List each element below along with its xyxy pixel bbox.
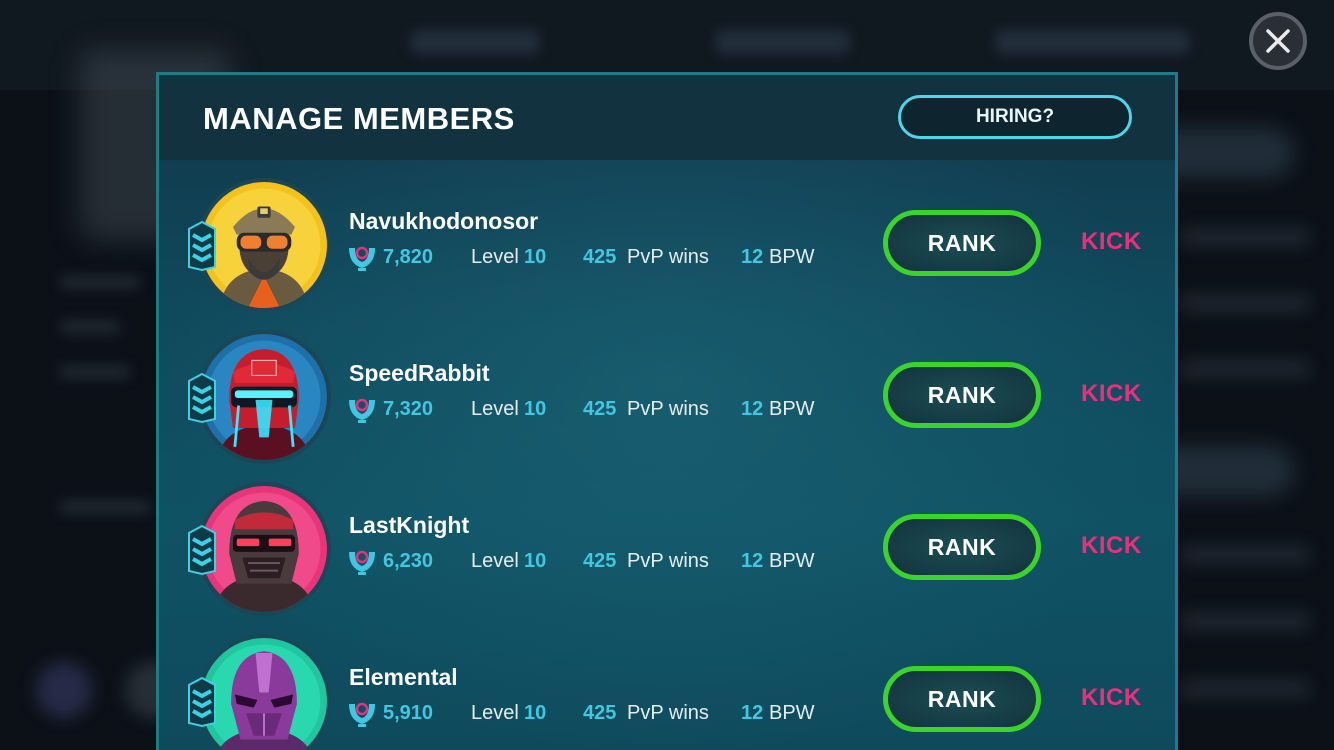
member-bpw-label: BPW [769,550,815,572]
kick-button[interactable]: KICK [1081,532,1142,560]
member-name: LastKnight [349,512,470,538]
background-row [1180,228,1310,246]
purple-mask-avatar [201,638,327,750]
member-trophies: 5,910 [383,702,434,724]
rank-chevrons-icon [188,372,216,424]
trophy-icon [349,398,375,423]
trophy-icon [349,702,375,727]
background-row [1180,294,1310,312]
member-bpw: 12 [741,550,764,572]
member-pvp-label: PvP wins [627,246,709,268]
member-avatar[interactable] [197,330,331,464]
rank-button[interactable]: RANK [883,514,1041,580]
member-bpw-label: BPW [769,246,815,268]
kick-button[interactable]: KICK [1081,684,1142,712]
background-line [60,320,120,334]
close-icon [1266,29,1290,53]
background-tab [995,30,1190,54]
member-pvp-label: PvP wins [627,398,709,420]
background-row [1180,612,1310,630]
member-level-label: Level [471,702,519,724]
member-level-label: Level [471,246,519,268]
background-line [60,500,150,514]
rank-chevrons-icon [188,220,216,272]
rank-chevrons-icon [188,676,216,728]
member-bpw: 12 [741,702,764,724]
member-trophies: 7,320 [383,398,434,420]
kick-button[interactable]: KICK [1081,228,1142,256]
member-stats: 6,230 Level 10 425 PvP wins 12 BPW [347,550,847,578]
member-bpw-label: BPW [769,702,815,724]
member-stats: 5,910 Level 10 425 PvP wins 12 BPW [347,702,847,730]
member-level: 10 [524,702,547,724]
member-row: SpeedRabbit 7,320 Level 10 425 PvP wins … [159,330,1175,470]
member-pvp-wins: 425 [583,398,617,420]
member-pvp-wins: 425 [583,246,617,268]
member-avatar[interactable] [197,634,331,750]
member-name: Elemental [349,664,458,690]
hiring-button[interactable]: HIRING? [898,95,1132,139]
member-avatar[interactable] [197,178,331,312]
kick-button[interactable]: KICK [1081,380,1142,408]
member-trophies: 6,230 [383,550,434,572]
member-bpw: 12 [741,246,764,268]
background-tab [410,30,540,54]
knight-helmet-avatar [201,486,327,612]
background-row [1180,680,1310,698]
background-dot [36,662,92,718]
rank-button[interactable]: RANK [883,666,1041,732]
member-row: Elemental 5,910 Level 10 425 PvP wins 12… [159,634,1175,750]
member-row: LastKnight 6,230 Level 10 425 PvP wins 1… [159,482,1175,622]
trophy-icon [349,246,375,271]
member-name: Navukhodonosor [349,208,539,234]
manage-members-modal: MANAGE MEMBERS HIRING? Navukhodonosor 7,… [156,72,1178,750]
member-level-label: Level [471,550,519,572]
rank-button[interactable]: RANK [883,362,1041,428]
member-name: SpeedRabbit [349,360,490,386]
member-bpw: 12 [741,398,764,420]
member-avatar[interactable] [197,482,331,616]
member-level: 10 [524,398,547,420]
rank-chevrons-icon [188,524,216,576]
background-line [60,365,130,379]
soldier-goggles-avatar [201,182,327,308]
modal-header: MANAGE MEMBERS HIRING? [159,75,1175,160]
member-pvp-wins: 425 [583,550,617,572]
member-stats: 7,820 Level 10 425 PvP wins 12 BPW [347,246,847,274]
member-pvp-wins: 425 [583,702,617,724]
background-tab [715,30,850,54]
member-level: 10 [524,550,547,572]
member-pvp-label: PvP wins [627,702,709,724]
member-bpw-label: BPW [769,398,815,420]
modal-title: MANAGE MEMBERS [203,101,515,136]
close-button[interactable] [1249,12,1307,70]
member-level-label: Level [471,398,519,420]
member-pvp-label: PvP wins [627,550,709,572]
neon-helmet-avatar [201,334,327,460]
member-stats: 7,320 Level 10 425 PvP wins 12 BPW [347,398,847,426]
member-level: 10 [524,246,547,268]
background-line [60,275,140,289]
background-row [1180,546,1310,564]
member-row: Navukhodonosor 7,820 Level 10 425 PvP wi… [159,178,1175,318]
member-trophies: 7,820 [383,246,434,268]
trophy-icon [349,550,375,575]
rank-button[interactable]: RANK [883,210,1041,276]
background-row [1180,360,1310,378]
